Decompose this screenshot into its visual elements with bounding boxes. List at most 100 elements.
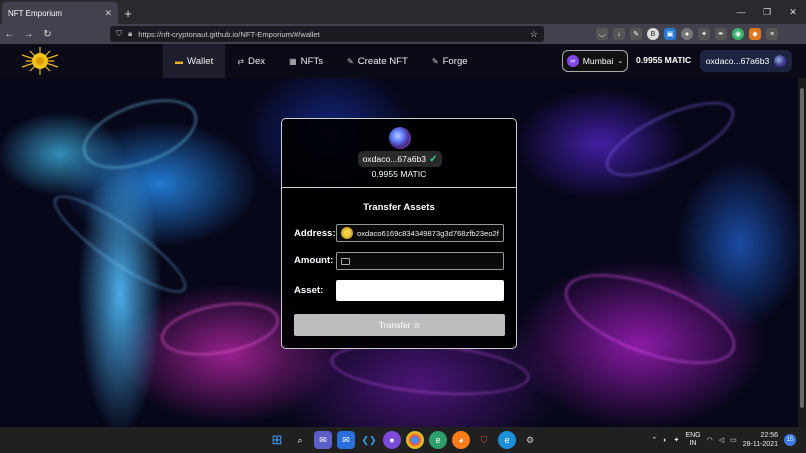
address-value: oxdaco6169c834349873g3d768zfb23eo2f (357, 228, 499, 238)
extension-pen-icon[interactable]: ✒ (715, 28, 727, 40)
network-label: Mumbai (582, 56, 614, 66)
address-short: oxdaco...67a6b3 (362, 154, 427, 164)
lang-top: ENG (685, 432, 701, 439)
taskbar-apps: ⊞ ⌕ ✉ ✉ ❮❯ ● e ◕ ⛉ e ⚙ (268, 431, 539, 449)
menu-item-label: Wallet (187, 55, 214, 67)
swap-icon: ⇄ (237, 56, 245, 66)
page-scrollbar[interactable] (798, 78, 806, 427)
date: 28-11-2021 (742, 441, 778, 448)
browser-tab[interactable]: NFT Emporium ✕ (2, 2, 118, 24)
header-balance: 0.9955 MATIC (636, 55, 692, 65)
extension-b-icon[interactable]: B (647, 28, 659, 40)
transfer-button[interactable]: Transfer ⊘ (294, 314, 505, 336)
shield-icon[interactable]: ⛉ (116, 29, 122, 39)
download-icon[interactable]: ↓ (613, 28, 625, 40)
window-controls: — ❐ ✕ (728, 0, 806, 24)
chevron-down-icon: ⌄ (617, 58, 624, 65)
lang-bottom: IN (689, 440, 697, 447)
address-avatar-icon (341, 227, 353, 239)
dapp-page: ▬ Wallet ⇄ Dex ▦ NFTs ✎ Create NFT ✎ For… (0, 44, 806, 427)
menu-item-forge[interactable]: ✎ Forge (420, 44, 480, 78)
restore-button[interactable]: ❐ (754, 0, 780, 24)
extension-grey-icon[interactable]: ● (681, 28, 693, 40)
settings-gear-icon[interactable]: ⚙ (521, 431, 539, 449)
wifi-icon[interactable]: ◠ (707, 436, 713, 444)
browser-navbar: ← → ↻ ⛉ 🔒︎ https://nft-cryptonaut.github… (0, 24, 806, 44)
edge-dev-icon[interactable]: e (429, 431, 447, 449)
account-button[interactable]: oxdaco...67a6b3 (700, 50, 792, 72)
transfer-title: Transfer Assets (363, 202, 435, 213)
reload-button[interactable]: ↻ (38, 24, 57, 44)
menu-item-nfts[interactable]: ▦ NFTs (277, 44, 335, 78)
tab-title: NFT Emporium (8, 8, 63, 18)
amount-field[interactable] (336, 252, 504, 270)
pencil-icon: ✎ (431, 56, 439, 66)
time: 22:56 (760, 432, 778, 439)
search-icon[interactable]: ⌕ (291, 431, 309, 449)
address-label: Address: (294, 228, 336, 239)
url-bar[interactable]: ⛉ 🔒︎ https://nft-cryptonaut.github.io/NF… (110, 26, 544, 42)
wallet-icon: ▬ (175, 56, 183, 66)
transfer-button-label: Transfer (378, 320, 411, 330)
system-tray: ⌃ ◐ ✦ ENG IN ◠ ◁ ▭ 22:56 28-11-2021 15 (651, 427, 796, 453)
main-menu: ▬ Wallet ⇄ Dex ▦ NFTs ✎ Create NFT ✎ For… (163, 44, 480, 78)
tray-app-icon[interactable]: ✦ (674, 436, 680, 444)
divider (282, 187, 516, 188)
notification-badge[interactable]: 15 (784, 434, 796, 446)
sun-logo-icon[interactable] (18, 46, 62, 76)
menu-item-create-nft[interactable]: ✎ Create NFT (335, 44, 420, 78)
menu-item-dex[interactable]: ⇄ Dex (225, 44, 277, 78)
extension-green-icon[interactable]: ◉ (732, 28, 744, 40)
tab-close-icon[interactable]: ✕ (104, 8, 112, 19)
asset-select[interactable] (336, 280, 504, 301)
pencil-icon: ✎ (347, 56, 354, 66)
battery-icon[interactable]: ▭ (730, 436, 737, 444)
image-icon: ▦ (289, 56, 297, 66)
minimize-button[interactable]: — (728, 0, 754, 24)
address-field[interactable]: oxdaco6169c834349873g3d768zfb23eo2f (336, 224, 504, 242)
new-tab-button[interactable]: + (118, 2, 138, 24)
menu-item-label: NFTs (300, 55, 324, 67)
lock-icon[interactable]: 🔒︎ (128, 29, 132, 39)
browser-tabstrip: NFT Emporium ✕ + — ❐ ✕ (0, 0, 806, 24)
menu-item-label: Create NFT (357, 55, 408, 67)
forward-button[interactable]: → (19, 24, 38, 44)
app-purple-icon[interactable]: ● (383, 431, 401, 449)
pocket-icon[interactable]: ◡ (596, 28, 608, 40)
brave-icon[interactable]: ⛉ (475, 431, 493, 449)
app-header: ▬ Wallet ⇄ Dex ▦ NFTs ✎ Create NFT ✎ For… (0, 44, 806, 78)
back-button[interactable]: ← (0, 24, 19, 44)
close-window-button[interactable]: ✕ (780, 0, 806, 24)
firefox-icon[interactable]: ◕ (452, 431, 470, 449)
check-icon: ✓ (429, 153, 438, 165)
language-indicator[interactable]: ENG IN (685, 432, 700, 448)
clock[interactable]: 22:56 28-11-2021 (743, 431, 778, 449)
wallet-icon (341, 257, 350, 265)
vscode-icon[interactable]: ❮❯ (360, 431, 378, 449)
windows-start-icon[interactable]: ⊞ (268, 431, 286, 449)
network-selector[interactable]: ∞ Mumbai ⌄ (562, 50, 628, 72)
wrench-icon[interactable]: ✎ (630, 28, 642, 40)
taskbar: ⊞ ⌕ ✉ ✉ ❮❯ ● e ◕ ⛉ e ⚙ ⌃ ◐ ✦ ENG IN ◠ ◁ … (0, 427, 806, 453)
menu-hamburger-icon[interactable]: ≡ (766, 28, 778, 40)
menu-item-label: Forge (442, 55, 468, 67)
account-address: oxdaco...67a6b3 (705, 56, 770, 66)
tray-app-icon[interactable]: ◐ (663, 437, 667, 444)
chevron-up-icon[interactable]: ⌃ (651, 436, 657, 444)
chrome-icon[interactable] (406, 431, 424, 449)
menu-item-wallet[interactable]: ▬ Wallet (163, 44, 226, 78)
extension-puzzle-icon[interactable]: ✦ (698, 28, 710, 40)
edge-icon[interactable]: e (498, 431, 516, 449)
address-chip[interactable]: oxdaco...67a6b3 ✓ (358, 151, 442, 167)
teams-chat-icon[interactable]: ✉ (314, 431, 332, 449)
amount-label: Amount: (294, 255, 334, 266)
menu-item-label: Dex (248, 55, 266, 67)
volume-icon[interactable]: ◁ (719, 436, 724, 444)
avatar (774, 55, 787, 67)
mail-icon[interactable]: ✉ (337, 431, 355, 449)
wallet-balance: 0.9955 MATIC (371, 169, 427, 179)
extension-blue-icon[interactable]: ▣ (664, 28, 676, 40)
metamask-icon[interactable]: ◆ (749, 28, 761, 40)
url-text[interactable]: https://nft-cryptonaut.github.io/NFT-Emp… (138, 30, 530, 39)
bookmark-star-icon[interactable]: ☆ (530, 29, 538, 40)
